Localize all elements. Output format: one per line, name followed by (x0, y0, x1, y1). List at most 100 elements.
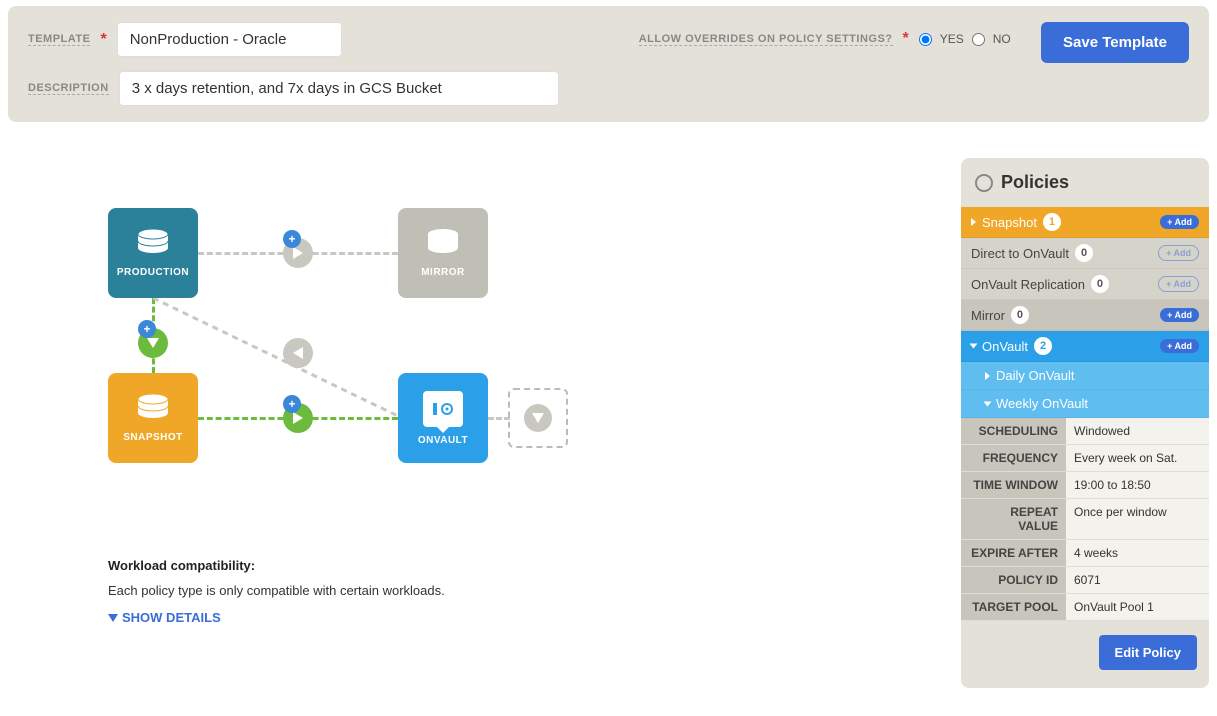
detail-row: FREQUENCYEvery week on Sat. (961, 445, 1209, 472)
description-row: DESCRIPTION (28, 71, 559, 106)
policies-title: Policies (1001, 172, 1069, 193)
policy-details: SCHEDULINGWindowed FREQUENCYEvery week o… (961, 418, 1209, 621)
save-template-button[interactable]: Save Template (1041, 22, 1189, 63)
node-label: PRODUCTION (117, 267, 189, 278)
mirror-node[interactable]: MIRROR (398, 208, 488, 298)
diagonal-node[interactable] (283, 338, 313, 368)
play-icon (293, 412, 303, 424)
chevron-down-icon (108, 614, 118, 622)
show-details-link[interactable]: SHOW DETAILS (108, 610, 445, 625)
detail-label: SCHEDULING (961, 418, 1066, 444)
add-button[interactable]: + Add (1158, 245, 1199, 261)
detail-value: 19:00 to 18:50 (1066, 472, 1209, 498)
node-label: ONVAULT (418, 435, 468, 446)
add-button[interactable]: + Add (1160, 308, 1199, 322)
required-asterisk: * (903, 30, 909, 48)
detail-label: FREQUENCY (961, 445, 1066, 471)
add-snapshot-button[interactable]: + (138, 320, 156, 338)
detail-row: TIME WINDOW19:00 to 18:50 (961, 472, 1209, 499)
overrides-label: ALLOW OVERRIDES ON POLICY SETTINGS? (639, 33, 893, 46)
connector-onvault-ghost (488, 417, 510, 420)
snapshot-node[interactable]: SNAPSHOT (108, 373, 198, 463)
overrides-no-radio[interactable] (972, 33, 985, 46)
header-bar: TEMPLATE * DESCRIPTION ALLOW OVERRIDES ON… (8, 6, 1209, 122)
template-row: TEMPLATE * (28, 22, 559, 57)
policy-row-direct[interactable]: Direct to OnVault 0 + Add (961, 238, 1209, 269)
policy-label: OnVault Replication (971, 277, 1085, 292)
policy-label: Daily OnVault (996, 368, 1075, 383)
add-mirror-button[interactable]: + (283, 230, 301, 248)
add-onvault-button[interactable]: + (283, 395, 301, 413)
yes-label: YES (940, 32, 964, 46)
required-asterisk: * (100, 31, 106, 49)
detail-row: REPEAT VALUEOnce per window (961, 499, 1209, 540)
compat-text: Each policy type is only compatible with… (108, 583, 445, 598)
caret-icon (985, 372, 990, 380)
chevron-down-icon (147, 338, 159, 348)
policies-header: Policies (961, 158, 1209, 207)
detail-value: OnVault Pool 1 (1066, 594, 1209, 620)
detail-value: Once per window (1066, 499, 1209, 539)
detail-label: TIME WINDOW (961, 472, 1066, 498)
policy-row-mirror[interactable]: Mirror 0 + Add (961, 300, 1209, 331)
overrides-radio-group: YES NO (919, 32, 1011, 46)
detail-value: Windowed (1066, 418, 1209, 444)
show-details-label: SHOW DETAILS (122, 610, 221, 625)
caret-icon (971, 218, 976, 226)
detail-row: SCHEDULINGWindowed (961, 418, 1209, 445)
count-badge: 0 (1011, 306, 1029, 324)
ghost-circle (524, 404, 552, 432)
description-input[interactable] (119, 71, 559, 106)
policy-label: Direct to OnVault (971, 246, 1069, 261)
add-button[interactable]: + Add (1160, 215, 1199, 229)
database-icon (426, 229, 460, 257)
caret-down-icon (970, 344, 978, 349)
onvault-node[interactable]: ONVAULT (398, 373, 488, 463)
policy-row-replication[interactable]: OnVault Replication 0 + Add (961, 269, 1209, 300)
no-label: NO (993, 32, 1011, 46)
detail-row: TARGET POOLOnVault Pool 1 (961, 594, 1209, 621)
node-label: MIRROR (421, 267, 465, 278)
database-icon (136, 229, 170, 257)
detail-value: Every week on Sat. (1066, 445, 1209, 471)
database-icon (136, 394, 170, 422)
play-icon (293, 247, 303, 259)
policy-row-snapshot[interactable]: Snapshot 1 + Add (961, 207, 1209, 238)
detail-value: 6071 (1066, 567, 1209, 593)
add-button[interactable]: + Add (1158, 276, 1199, 292)
compat-title: Workload compatibility: (108, 558, 445, 573)
overrides-block: ALLOW OVERRIDES ON POLICY SETTINGS? * YES… (639, 30, 1011, 48)
count-badge: 0 (1075, 244, 1093, 262)
detail-value: 4 weeks (1066, 540, 1209, 566)
production-node[interactable]: PRODUCTION (108, 208, 198, 298)
compatibility-block: Workload compatibility: Each policy type… (108, 558, 445, 625)
count-badge: 2 (1034, 337, 1052, 355)
policy-row-onvault[interactable]: OnVault 2 + Add (961, 331, 1209, 362)
chevron-down-icon (532, 413, 544, 423)
edit-policy-button[interactable]: Edit Policy (1099, 635, 1197, 670)
description-label: DESCRIPTION (28, 82, 109, 95)
template-label: TEMPLATE (28, 33, 90, 46)
detail-row: POLICY ID6071 (961, 567, 1209, 594)
main-area: + + + PRODUCTION (0, 128, 1217, 688)
policy-label: OnVault (982, 339, 1028, 354)
add-button[interactable]: + Add (1160, 339, 1199, 353)
pin-icon (975, 174, 993, 192)
count-badge: 1 (1043, 213, 1061, 231)
policies-panel: Policies Snapshot 1 + Add Direct to OnVa… (961, 158, 1209, 688)
policy-label: Weekly OnVault (996, 396, 1088, 411)
node-label: SNAPSHOT (123, 432, 183, 443)
ghost-node[interactable] (508, 388, 568, 448)
policy-label: Mirror (971, 308, 1005, 323)
play-icon (293, 347, 303, 359)
detail-label: TARGET POOL (961, 594, 1066, 620)
detail-label: REPEAT VALUE (961, 499, 1066, 539)
policy-label: Snapshot (982, 215, 1037, 230)
policy-row-daily[interactable]: Daily OnVault (961, 362, 1209, 390)
template-input[interactable] (117, 22, 342, 57)
overrides-yes-radio[interactable] (919, 33, 932, 46)
policy-row-weekly[interactable]: Weekly OnVault (961, 390, 1209, 418)
detail-label: POLICY ID (961, 567, 1066, 593)
header-form: TEMPLATE * DESCRIPTION (28, 22, 559, 106)
caret-down-icon (984, 401, 992, 406)
